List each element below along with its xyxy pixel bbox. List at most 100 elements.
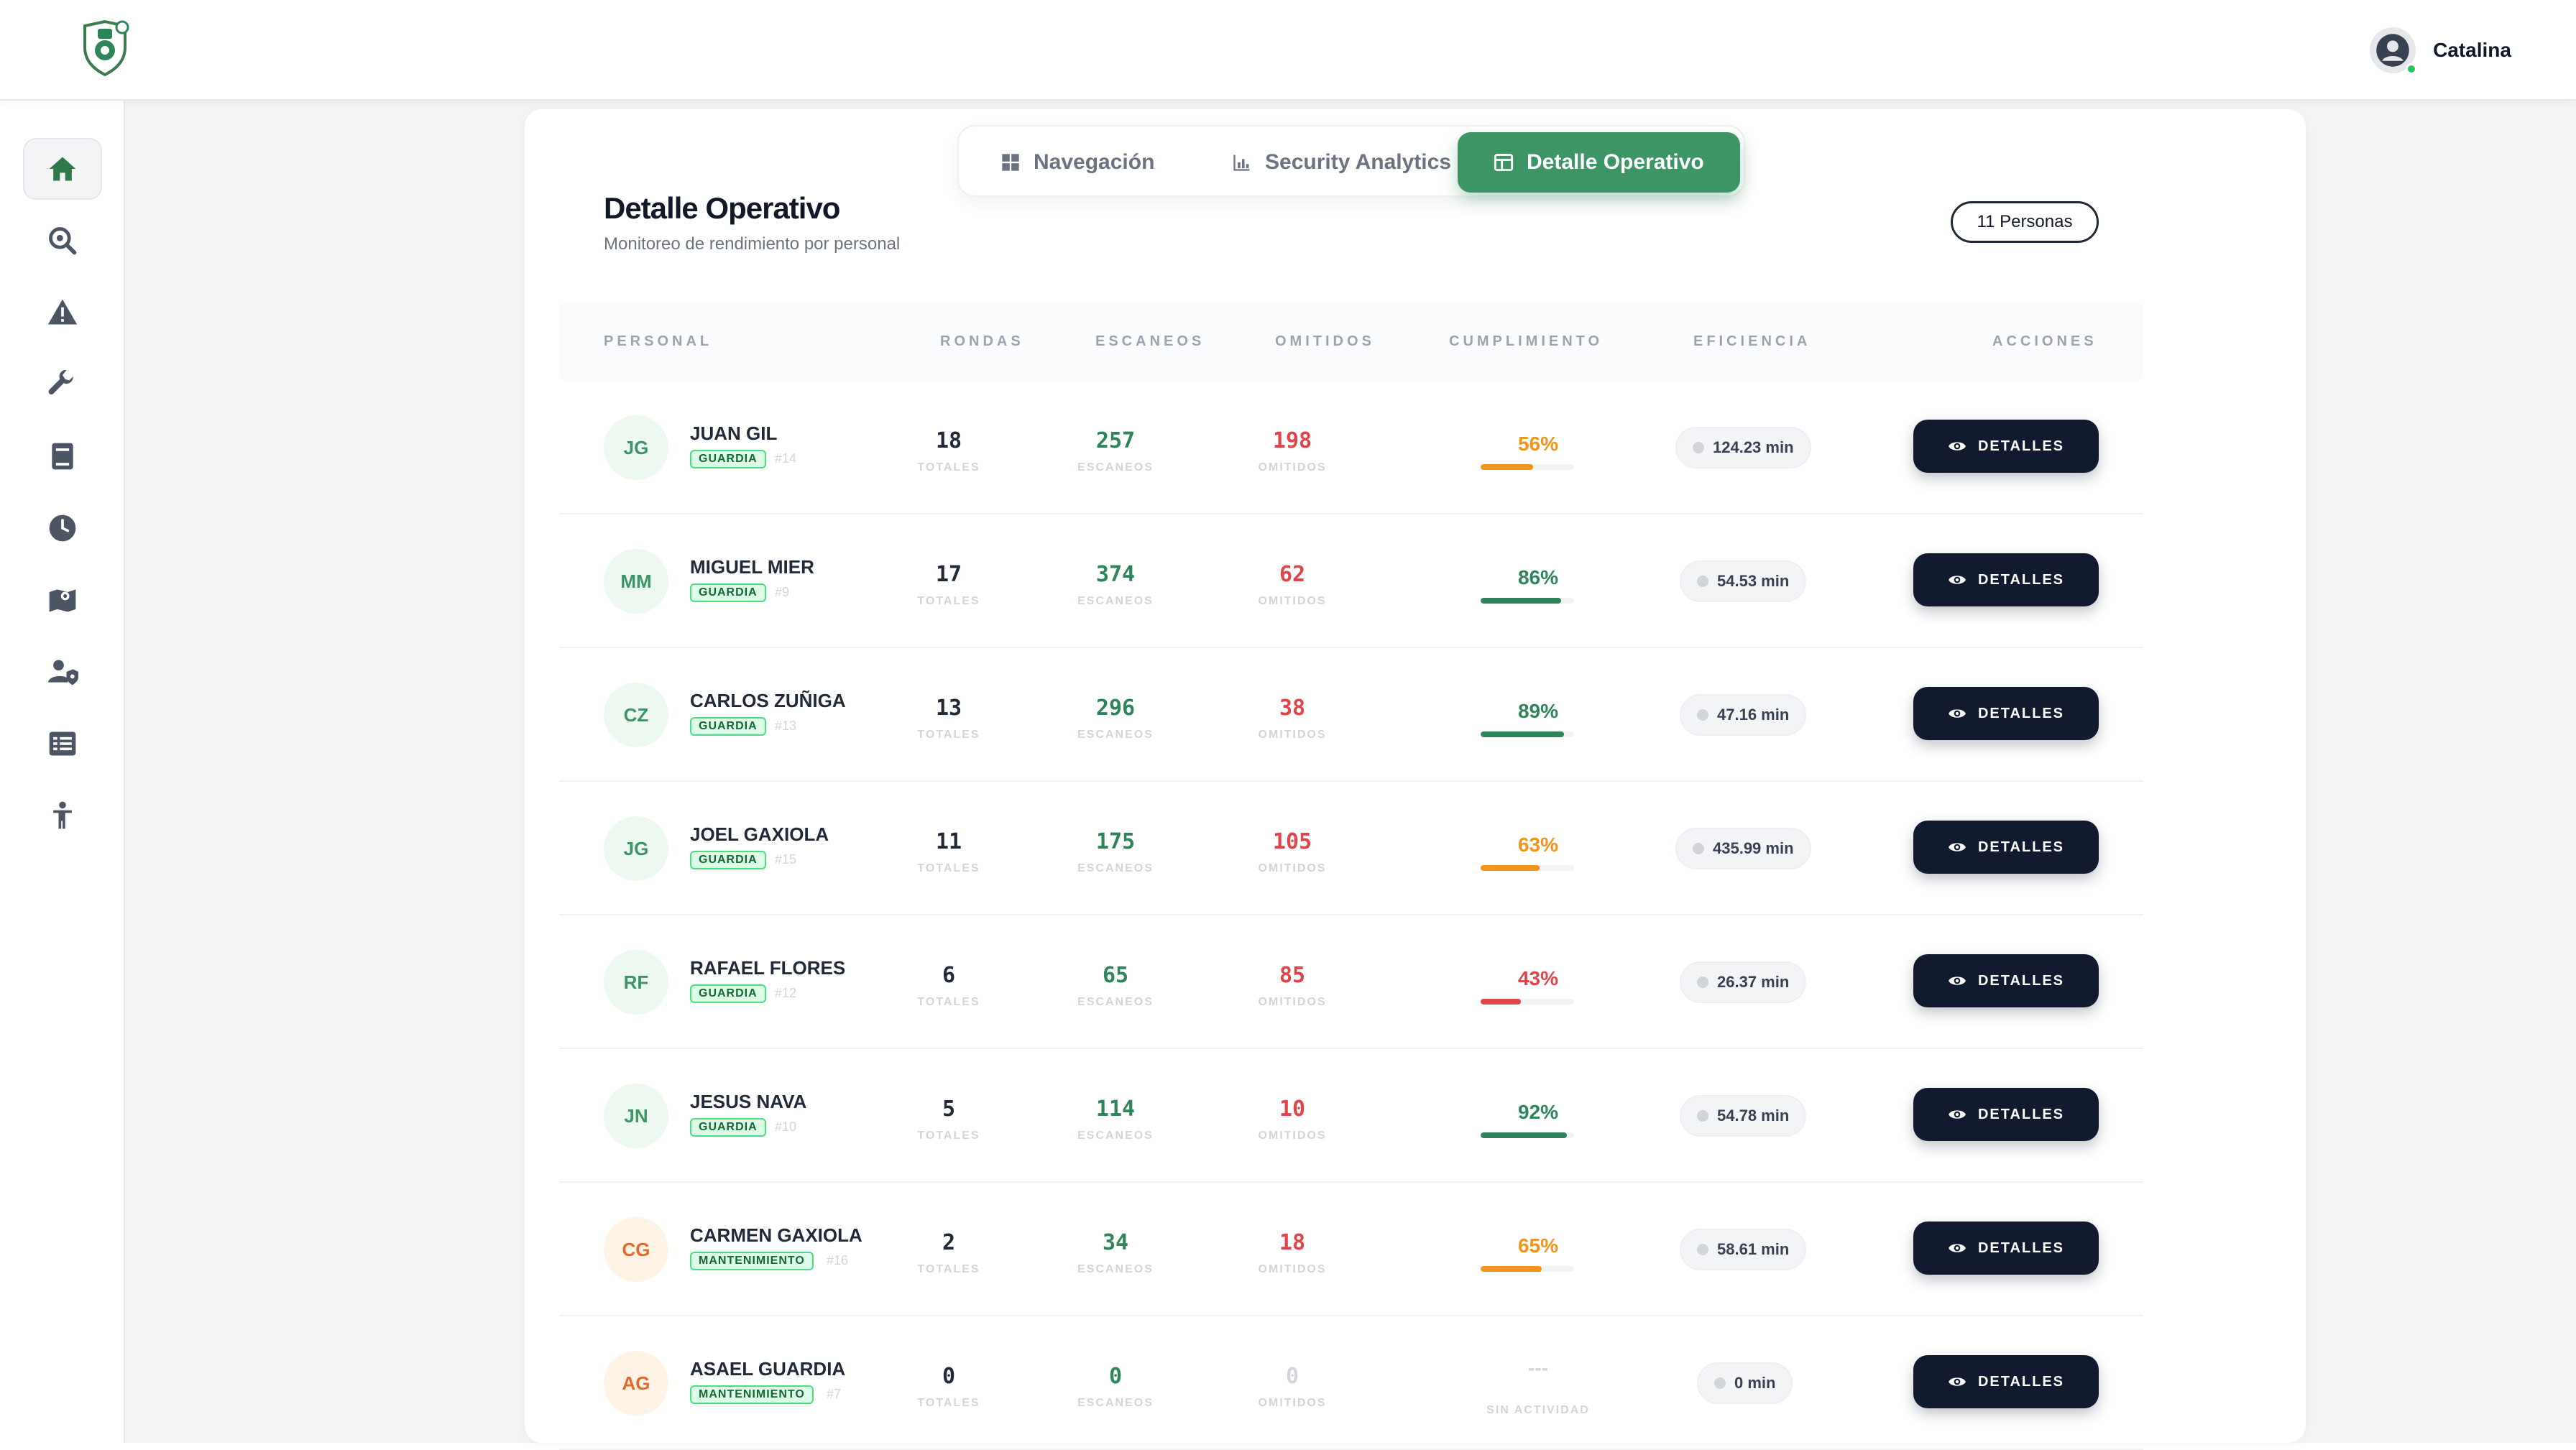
personnel-id: #9 <box>775 585 790 599</box>
personnel-name[interactable]: JUAN GIL <box>690 422 777 445</box>
omitidos-value: 0 <box>1285 1364 1300 1389</box>
cumplimiento-value: 63% <box>1517 833 1559 856</box>
user-menu[interactable]: Catalina <box>2370 27 2511 75</box>
sidebar-item-history[interactable] <box>23 497 102 559</box>
eficiencia-value: 47.16 min <box>1717 706 1790 724</box>
omitidos-label: OMITIDOS <box>1258 461 1327 474</box>
detalles-button[interactable]: DETALLES <box>1913 821 2099 874</box>
cumplimiento-bar-fill <box>1481 865 1540 871</box>
detalles-button[interactable]: DETALLES <box>1913 1088 2099 1141</box>
omitidos-label: OMITIDOS <box>1258 729 1327 741</box>
tab-navegacion[interactable]: Navegación <box>965 132 1190 193</box>
omitidos-value: 85 <box>1279 963 1306 988</box>
detalles-button[interactable]: DETALLES <box>1913 420 2099 473</box>
eye-icon <box>1949 1377 1966 1386</box>
sidebar-item-personnel[interactable] <box>23 785 102 846</box>
tab-security-analytics[interactable]: Security Analytics <box>1196 132 1487 193</box>
online-status-dot <box>2406 63 2418 75</box>
escaneos-label: ESCANEOS <box>1077 996 1154 1008</box>
user-avatar[interactable] <box>2370 27 2418 75</box>
wrench-icon <box>48 369 73 394</box>
sidebar-item-users[interactable] <box>23 641 102 703</box>
rondas-value: 18 <box>935 428 962 453</box>
tab-detalle-operativo[interactable]: Detalle Operativo <box>1458 132 1740 193</box>
detalles-button[interactable]: DETALLES <box>1913 687 2099 740</box>
book-icon <box>52 443 73 470</box>
omitidos-label: OMITIDOS <box>1258 1130 1327 1142</box>
clock-icon <box>1697 1244 1708 1255</box>
avatar: JN <box>604 1084 668 1148</box>
eficiencia-badge: 124.23 min <box>1675 427 1811 468</box>
personnel-id: #10 <box>775 1119 797 1134</box>
omitidos-value: 10 <box>1279 1096 1306 1122</box>
personnel-name[interactable]: JESUS NAVA <box>690 1091 806 1113</box>
cumplimiento-value: 43% <box>1517 967 1559 989</box>
sidebar-item-maintenance[interactable] <box>23 354 102 415</box>
personnel-name[interactable]: ASAEL GUARDIA <box>690 1358 845 1380</box>
role-badge: MANTENIMIENTO <box>690 1385 814 1404</box>
personnel-name[interactable]: CARLOS ZUÑIGA <box>690 690 846 712</box>
sidebar-item-log[interactable] <box>23 425 102 487</box>
sidebar-item-search[interactable] <box>23 210 102 272</box>
clock-icon <box>1697 709 1708 721</box>
omitidos-label: OMITIDOS <box>1258 1397 1327 1409</box>
detalles-button-label: DETALLES <box>1977 839 2065 855</box>
logo[interactable] <box>80 19 131 78</box>
cumplimiento-bar <box>1481 1266 1574 1272</box>
detalles-button[interactable]: DETALLES <box>1913 553 2099 606</box>
personnel-name[interactable]: JOEL GAXIOLA <box>690 823 829 846</box>
detalles-button[interactable]: DETALLES <box>1913 1355 2099 1408</box>
role-badge: GUARDIA <box>690 583 766 602</box>
table-row: AG ASAEL GUARDIA MANTENIMIENTO #7 0 TOTA… <box>559 1316 2143 1450</box>
clock-icon <box>1697 976 1708 988</box>
rondas-label: TOTALES <box>917 862 980 874</box>
detalles-button[interactable]: DETALLES <box>1913 954 2099 1007</box>
personnel-id: #7 <box>827 1387 842 1401</box>
top-bar: Catalina <box>0 0 2576 101</box>
escaneos-label: ESCANEOS <box>1077 1130 1154 1142</box>
column-header-rondas: RONDAS <box>940 333 1024 349</box>
sidebar-item-map[interactable] <box>23 569 102 631</box>
personnel-name[interactable]: CARMEN GAXIOLA <box>690 1224 862 1247</box>
escaneos-value: 34 <box>1102 1230 1129 1255</box>
search-icon <box>49 227 77 255</box>
detalles-button-label: DETALLES <box>1977 705 2065 721</box>
avatar: CZ <box>604 683 668 747</box>
sidebar-item-home[interactable] <box>23 138 102 200</box>
escaneos-label: ESCANEOS <box>1077 461 1154 474</box>
role-badge: GUARDIA <box>690 851 766 869</box>
omitidos-label: OMITIDOS <box>1258 862 1327 874</box>
cumplimiento-value: 56% <box>1517 433 1559 455</box>
table-row: RF RAFAEL FLORES GUARDIA #12 6 TOTALES 6… <box>559 915 2143 1049</box>
role-badge: GUARDIA <box>690 450 766 468</box>
escaneos-value: 65 <box>1102 963 1129 988</box>
clock-icon <box>1697 1110 1708 1122</box>
role-badge: GUARDIA <box>690 984 766 1003</box>
personnel-name[interactable]: RAFAEL FLORES <box>690 957 845 979</box>
omitidos-value: 105 <box>1272 829 1312 854</box>
role-badge: MANTENIMIENTO <box>690 1252 814 1270</box>
cumplimiento-bar-fill <box>1481 999 1521 1005</box>
cumplimiento-bar <box>1481 598 1574 604</box>
sidebar-item-alerts[interactable] <box>23 282 102 343</box>
escaneos-label: ESCANEOS <box>1077 1397 1154 1409</box>
person-icon <box>53 801 72 829</box>
eficiencia-badge: 47.16 min <box>1680 694 1807 736</box>
eficiencia-value: 124.23 min <box>1713 438 1794 456</box>
shield-logo-icon <box>83 19 129 77</box>
eficiencia-value: 0 min <box>1734 1374 1776 1392</box>
detalles-button[interactable]: DETALLES <box>1913 1222 2099 1275</box>
cumplimiento-bar <box>1481 865 1574 871</box>
personnel-name[interactable]: MIGUEL MIER <box>690 556 814 578</box>
escaneos-label: ESCANEOS <box>1077 595 1154 607</box>
clock-icon <box>1697 576 1708 587</box>
sidebar-item-reports[interactable] <box>23 713 102 775</box>
column-header-cumplimiento: CUMPLIMIENTO <box>1449 333 1604 349</box>
personnel-id: #13 <box>775 719 797 733</box>
rondas-label: TOTALES <box>917 996 980 1008</box>
tab-navegacion-label: Navegación <box>1034 150 1155 174</box>
eficiencia-value: 435.99 min <box>1713 839 1794 857</box>
escaneos-value: 0 <box>1108 1364 1123 1389</box>
eficiencia-badge: 54.78 min <box>1680 1095 1807 1137</box>
escaneos-value: 296 <box>1095 696 1136 721</box>
